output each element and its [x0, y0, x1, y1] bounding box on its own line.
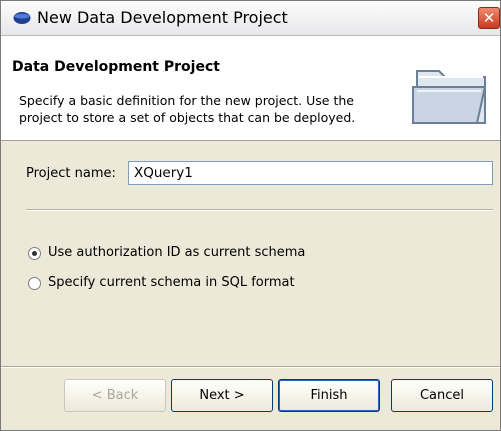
wizard-banner: Data Development Project Specify a basic… — [1, 36, 500, 141]
project-name-value: XQuery1 — [134, 165, 193, 181]
finish-button[interactable]: Finish — [278, 379, 380, 412]
radio-use-authorization-id[interactable] — [28, 247, 41, 260]
folder-icon — [412, 70, 487, 124]
back-button[interactable]: < Back — [64, 379, 166, 412]
button-bar-separator — [1, 366, 500, 368]
title-bar[interactable]: New Data Development Project ✕ — [1, 1, 500, 36]
radio-label-use-authorization-id[interactable]: Use authorization ID as current schema — [48, 245, 305, 260]
banner-title: Data Development Project — [12, 59, 220, 75]
next-button[interactable]: Next > — [171, 379, 273, 412]
project-name-label: Project name: — [26, 166, 116, 181]
radio-specify-schema-sql[interactable] — [28, 277, 41, 290]
database-icon — [13, 12, 31, 24]
radio-label-specify-schema-sql[interactable]: Specify current schema in SQL format — [48, 275, 295, 290]
window-title: New Data Development Project — [37, 8, 288, 27]
dialog-window: New Data Development Project ✕ Data Deve… — [0, 0, 501, 431]
cancel-button[interactable]: Cancel — [391, 379, 493, 412]
separator — [26, 209, 493, 211]
close-button[interactable]: ✕ — [478, 7, 500, 29]
radio-selected-dot — [32, 251, 37, 256]
close-icon: ✕ — [482, 9, 496, 27]
banner-description: Specify a basic definition for the new p… — [19, 93, 356, 125]
project-name-input[interactable]: XQuery1 — [128, 161, 493, 185]
